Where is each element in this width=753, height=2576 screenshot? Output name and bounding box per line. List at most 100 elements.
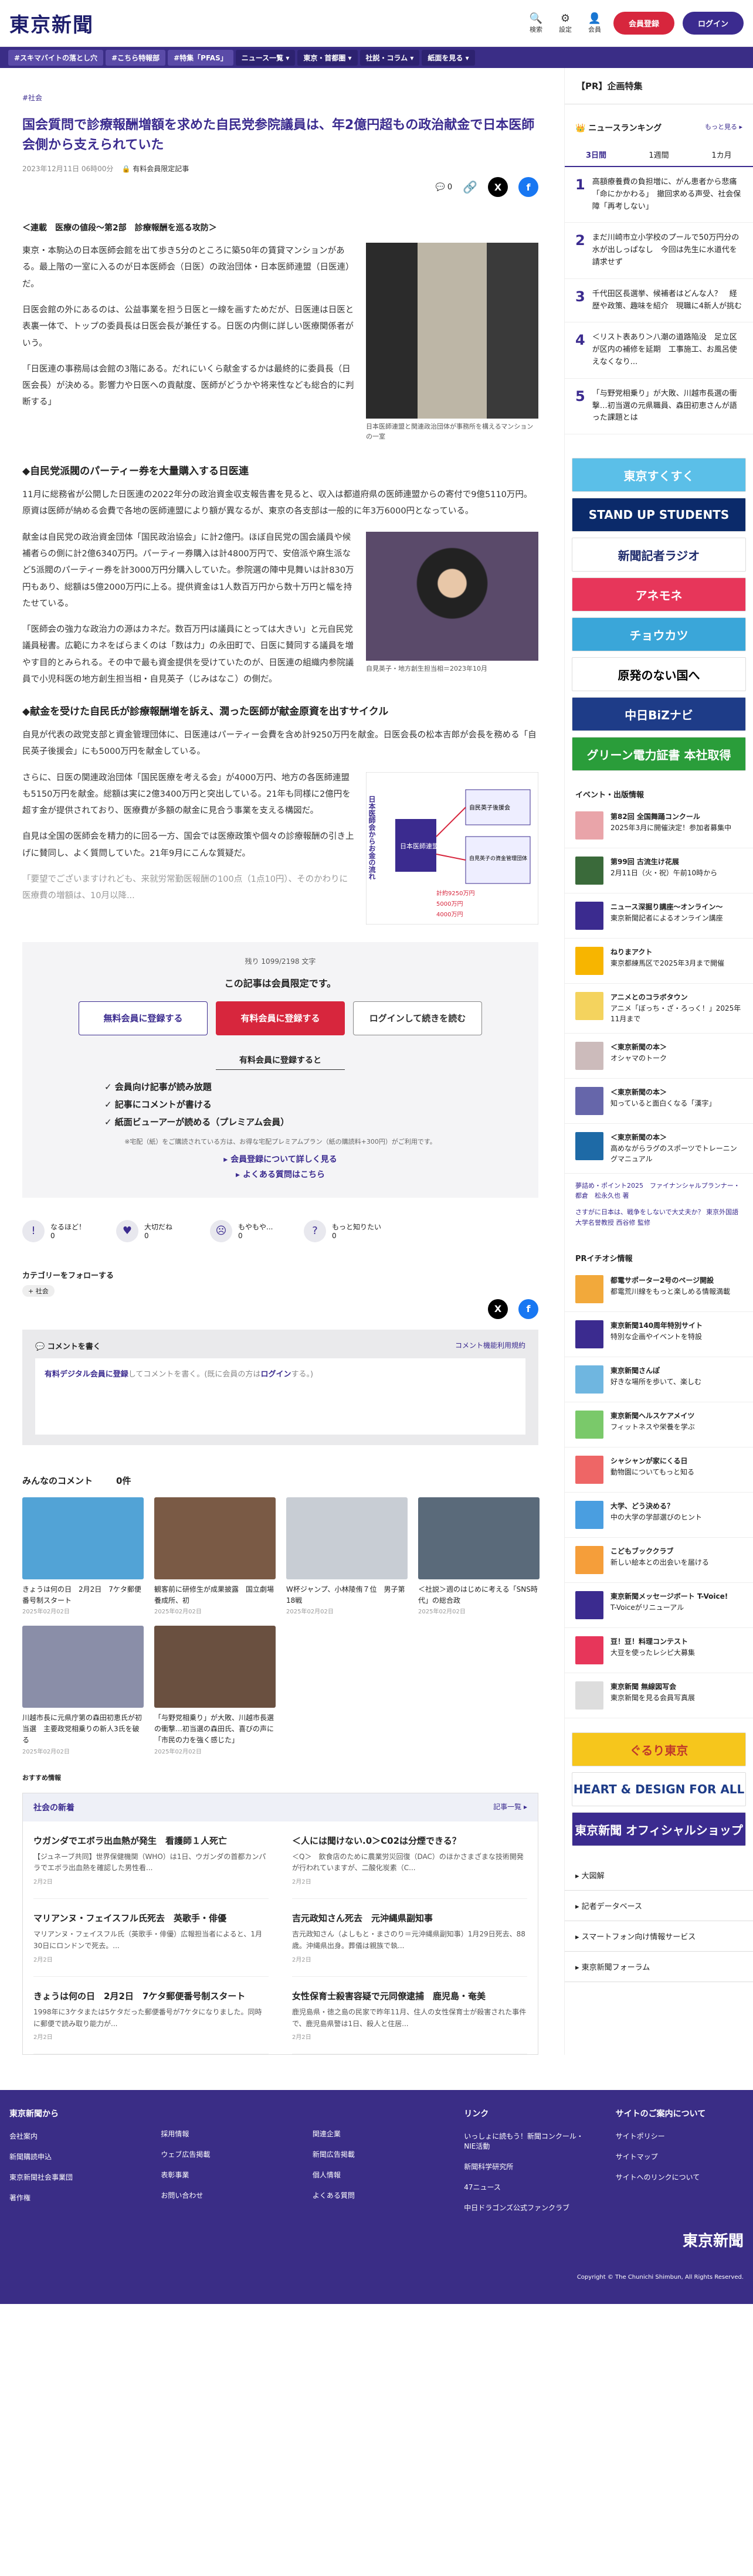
footer-link[interactable]: サイトへのリンクについて [616, 2172, 744, 2182]
footer-link[interactable]: よくある質問 [313, 2190, 440, 2200]
register-button[interactable]: 会員登録 [613, 12, 674, 35]
facebook-share-icon[interactable]: f [518, 1299, 538, 1319]
login-button[interactable]: ログイン [682, 12, 744, 35]
tab-3days[interactable]: 3日間 [565, 143, 628, 166]
sidebar-banner[interactable]: 原発のない国へ [572, 657, 746, 692]
ranking-item[interactable]: 5 「与野党相乗り」が大敗、川越市長選の衝撃…初当選の元県職員、森田初恵さんが語っ… [565, 379, 753, 435]
footer-link[interactable]: 新聞広告掲載 [313, 2149, 440, 2159]
sidebar-banner[interactable]: アネモネ [572, 577, 746, 612]
sidebar-link[interactable]: ▸ 記者データベース [565, 1891, 753, 1922]
pr-info-item[interactable]: こどもブッククラブ 新しい絵本との出会いを届ける [565, 1538, 753, 1583]
sidebar-banner[interactable]: 東京すくすく [572, 458, 746, 492]
comment-rules-link[interactable]: コメント機能利用規約 [455, 1340, 525, 1351]
tab-1week[interactable]: 1週間 [628, 143, 690, 166]
footer-link[interactable]: 新聞科学研究所 [464, 2162, 592, 2171]
book-note[interactable]: さすがに日本は、戦争をしないで大丈夫か？ 東京外国語大学名誉教授 西谷修 監修 [575, 1207, 742, 1228]
paid-register-button[interactable]: 有料会員に登録する [216, 1001, 345, 1035]
related-thumb[interactable]: W杯ジャンプ、小林陵侑７位 男子第18戦 2025年02月02日 [286, 1497, 408, 1615]
x-share-icon[interactable]: X [488, 1299, 508, 1319]
event-item[interactable]: 第82回 全国舞踊コンクール 2025年3月に開催決定！参加者募集中 [565, 803, 753, 849]
reaction-taisetsu[interactable]: ♥ 大切だね 0 [116, 1219, 210, 1242]
gear-icon[interactable]: ⚙ 設定 [555, 12, 576, 34]
social-news-item[interactable]: マリアンヌ・フェイスフル氏死去 英歌手・俳優 マリアンヌ・フェイスフル氏（英歌手・… [33, 1899, 269, 1977]
sidebar-banner[interactable]: グリーン電力証書 本社取得 [572, 737, 746, 772]
footer-logo[interactable]: 東京新聞 [9, 2229, 744, 2251]
login-continue-button[interactable]: ログインして続きを読む [353, 1001, 482, 1035]
footer-link[interactable]: 会社案内 [9, 2131, 137, 2141]
sidebar-link[interactable]: ▸ 大図解 [565, 1860, 753, 1891]
pr-info-item[interactable]: 東京新聞ヘルスケアメイツ フィットネスや栄養を学ぶ [565, 1402, 753, 1448]
ranking-item[interactable]: 3 千代田区長選挙、候補者はどんな人？ 経歴や政策、趣味を紹介 現職に4新人が挑む [565, 279, 753, 323]
event-item[interactable]: ＜東京新聞の本＞ オシャマのトーク [565, 1034, 753, 1079]
sidebar-banner[interactable]: 新聞記者ラジオ [572, 538, 746, 572]
sidebar-banner[interactable]: 中日BiZナビ [572, 697, 746, 732]
footer-link[interactable]: ウェブ広告掲載 [161, 2149, 289, 2159]
social-news-item[interactable]: 吉元政知さん死去 元沖縄県副知事 吉元政知さん（よしもと・まさのり＝元沖縄県副知事… [292, 1899, 527, 1977]
pr-info-item[interactable]: シャシャンが家にくる日 動物園についてもっと知る [565, 1447, 753, 1493]
pr-feature[interactable]: 【PR】企画特集 [565, 68, 753, 104]
article-category[interactable]: #社会 [22, 93, 538, 103]
related-thumb[interactable]: 川越市長に元県庁第の森田初恵氏が初当選 主要政党相乗りの新人3氏を破る 2025年… [22, 1626, 144, 1755]
reaction-naruhodo[interactable]: ! なるほど！ 0 [22, 1219, 116, 1242]
comment-count[interactable]: 💬 0 [435, 183, 452, 192]
related-thumb[interactable]: ＜社説＞週のはじめに考える「SNS時代」の総合政 2025年02月02日 [418, 1497, 540, 1615]
footer-link[interactable]: 47ニュース [464, 2182, 592, 2192]
follow-chip-social[interactable]: + 社会 [22, 1284, 55, 1297]
x-share-icon[interactable]: X [488, 177, 508, 198]
footer-link[interactable]: 採用情報 [161, 2129, 289, 2139]
membership-info-link[interactable]: ▸ 会員登録について詳しく見る [22, 1153, 538, 1165]
ranking-more[interactable]: もっと見る ▸ [705, 122, 742, 134]
pr-info-item[interactable]: 東京新聞140周年特別サイト 特別な企画やイベントを特設 [565, 1312, 753, 1358]
pr-info-item[interactable]: 豆！豆！料理コンテスト 大豆を使ったレシピ大募集 [565, 1628, 753, 1674]
search-icon[interactable]: 🔍 検索 [525, 12, 547, 34]
event-item[interactable]: ねりまアクト 東京都練馬区で2025年3月まで開催 [565, 939, 753, 984]
event-item[interactable]: 第99回 古流生け花展 2月11日（火・祝）午前10時から [565, 848, 753, 894]
nav-news-list[interactable]: ニュース一覧 ▾ [235, 49, 296, 66]
sidebar-link[interactable]: ▸ スマートフォン向け情報サービス [565, 1921, 753, 1952]
pr-info-item[interactable]: 東京新聞メッセージボート T-Voice! T-Voiceがリニューアル [565, 1583, 753, 1629]
ranking-item[interactable]: 1 高額療養費の負担増に、がん患者から悲痛「命にかかわる」 撤回求める声受、社会保… [565, 167, 753, 223]
tab-1month[interactable]: 1カ月 [690, 143, 753, 166]
sidebar-banner[interactable]: チョウカツ [572, 617, 746, 652]
related-thumb[interactable]: 「与野党相乗り」が大敗、川越市長選の衝撃…初当選の森田氏、喜びの声に「市民の力を… [154, 1626, 276, 1755]
faq-link[interactable]: ▸ よくある質問はこちら [22, 1168, 538, 1180]
book-note[interactable]: 夢詰め・ポイント2025 ファイナンシャルプランナー・都倉 松永久也 著 [575, 1181, 742, 1201]
social-news-item[interactable]: ウガンダでエボラ出血熱が発生 看護師１人死亡 【ジュネーブ共同】世界保健機関（WH… [33, 1821, 269, 1899]
nav-editorial[interactable]: 社説・コラム ▾ [359, 49, 420, 66]
site-logo[interactable]: 東京新聞 [9, 9, 94, 38]
pr-info-item[interactable]: 東京新聞 無線図写会 東京新聞を見る会員写真展 [565, 1673, 753, 1719]
footer-link[interactable]: お問い合わせ [161, 2190, 289, 2200]
sidebar-banner[interactable]: STAND UP STUDENTS [572, 498, 746, 532]
nav-tag-3[interactable]: #特集「PFAS」 [168, 49, 233, 66]
pr-info-item[interactable]: 都電サポーター2号のページ開設 都電荒川線をもっと楽しめる情報満載 [565, 1267, 753, 1313]
user-icon[interactable]: 👤 会員 [584, 12, 605, 34]
pr-info-item[interactable]: 東京新聞さんぽ 好きな場所を歩いて、楽しむ [565, 1357, 753, 1403]
free-register-button[interactable]: 無料会員に登録する [79, 1001, 208, 1035]
footer-link[interactable]: 個人情報 [313, 2170, 440, 2180]
ranking-item[interactable]: 4 ＜リスト表あり＞八潮の道路陥没 足立区が区内の補修を延期 工事施工、お風呂使え… [565, 322, 753, 379]
footer-link[interactable]: 表彰事業 [161, 2170, 289, 2180]
reaction-moyamoya[interactable]: ☹ もやもや... 0 [210, 1219, 304, 1242]
social-news-item[interactable]: ＜人には聞けない.0＞C02は分煙できる？ ＜Q＞ 飲食店のために農業労災回復（D… [292, 1821, 527, 1899]
social-news-item[interactable]: 女性保育士殺害容疑で元同僚逮捕 鹿児島・奄美 鹿児島県・徳之島の民家で昨年11月、… [292, 1977, 527, 2055]
footer-link[interactable]: 著作権 [9, 2193, 137, 2203]
link-icon[interactable]: 🔗 [463, 180, 477, 194]
nav-paper[interactable]: 紙面を見る ▾ [422, 49, 475, 66]
event-item[interactable]: ＜東京新聞の本＞ 知っていると面白くなる「漢字」 [565, 1079, 753, 1124]
footer-link[interactable]: 関連企業 [313, 2129, 440, 2139]
footer-link[interactable]: 中日ドラゴンズ公式ファンクラブ [464, 2203, 592, 2213]
related-thumb[interactable]: 観客前に研修生が成果披露 国立劇場養成所、初 2025年02月02日 [154, 1497, 276, 1615]
related-thumb[interactable]: きょうは何の日 2月2日 7ケタ郵便番号制スタート 2025年02月02日 [22, 1497, 144, 1615]
footer-link[interactable]: サイトマップ [616, 2152, 744, 2162]
nav-tag-1[interactable]: #スキマバイトの落とし穴 [8, 49, 104, 66]
nav-tokyo[interactable]: 東京・首都圏 ▾ [297, 49, 358, 66]
nav-tag-2[interactable]: #こちら特報部 [106, 49, 166, 66]
sidebar-link[interactable]: ▸ 東京新聞フォーラム [565, 1952, 753, 1983]
social-news-item[interactable]: きょうは何の日 2月2日 7ケタ郵便番号制スタート 1998年に3ケタまたは5ケタ… [33, 1977, 269, 2055]
sidebar-banner[interactable]: HEART & DESIGN FOR ALL [572, 1772, 746, 1807]
sidebar-banner[interactable]: ぐるり東京 [572, 1732, 746, 1767]
reaction-motto[interactable]: ? もっと知りたい 0 [304, 1219, 398, 1242]
event-item[interactable]: アニメとのコラボタウン アニメ「ぼっち・ざ・ろっく！」2025年11月まで [565, 984, 753, 1034]
footer-link[interactable]: 新聞購読申込 [9, 2152, 137, 2162]
event-item[interactable]: ＜東京新聞の本＞ 高めながらラグのスポーツでトレーニングマニュアル [565, 1124, 753, 1174]
